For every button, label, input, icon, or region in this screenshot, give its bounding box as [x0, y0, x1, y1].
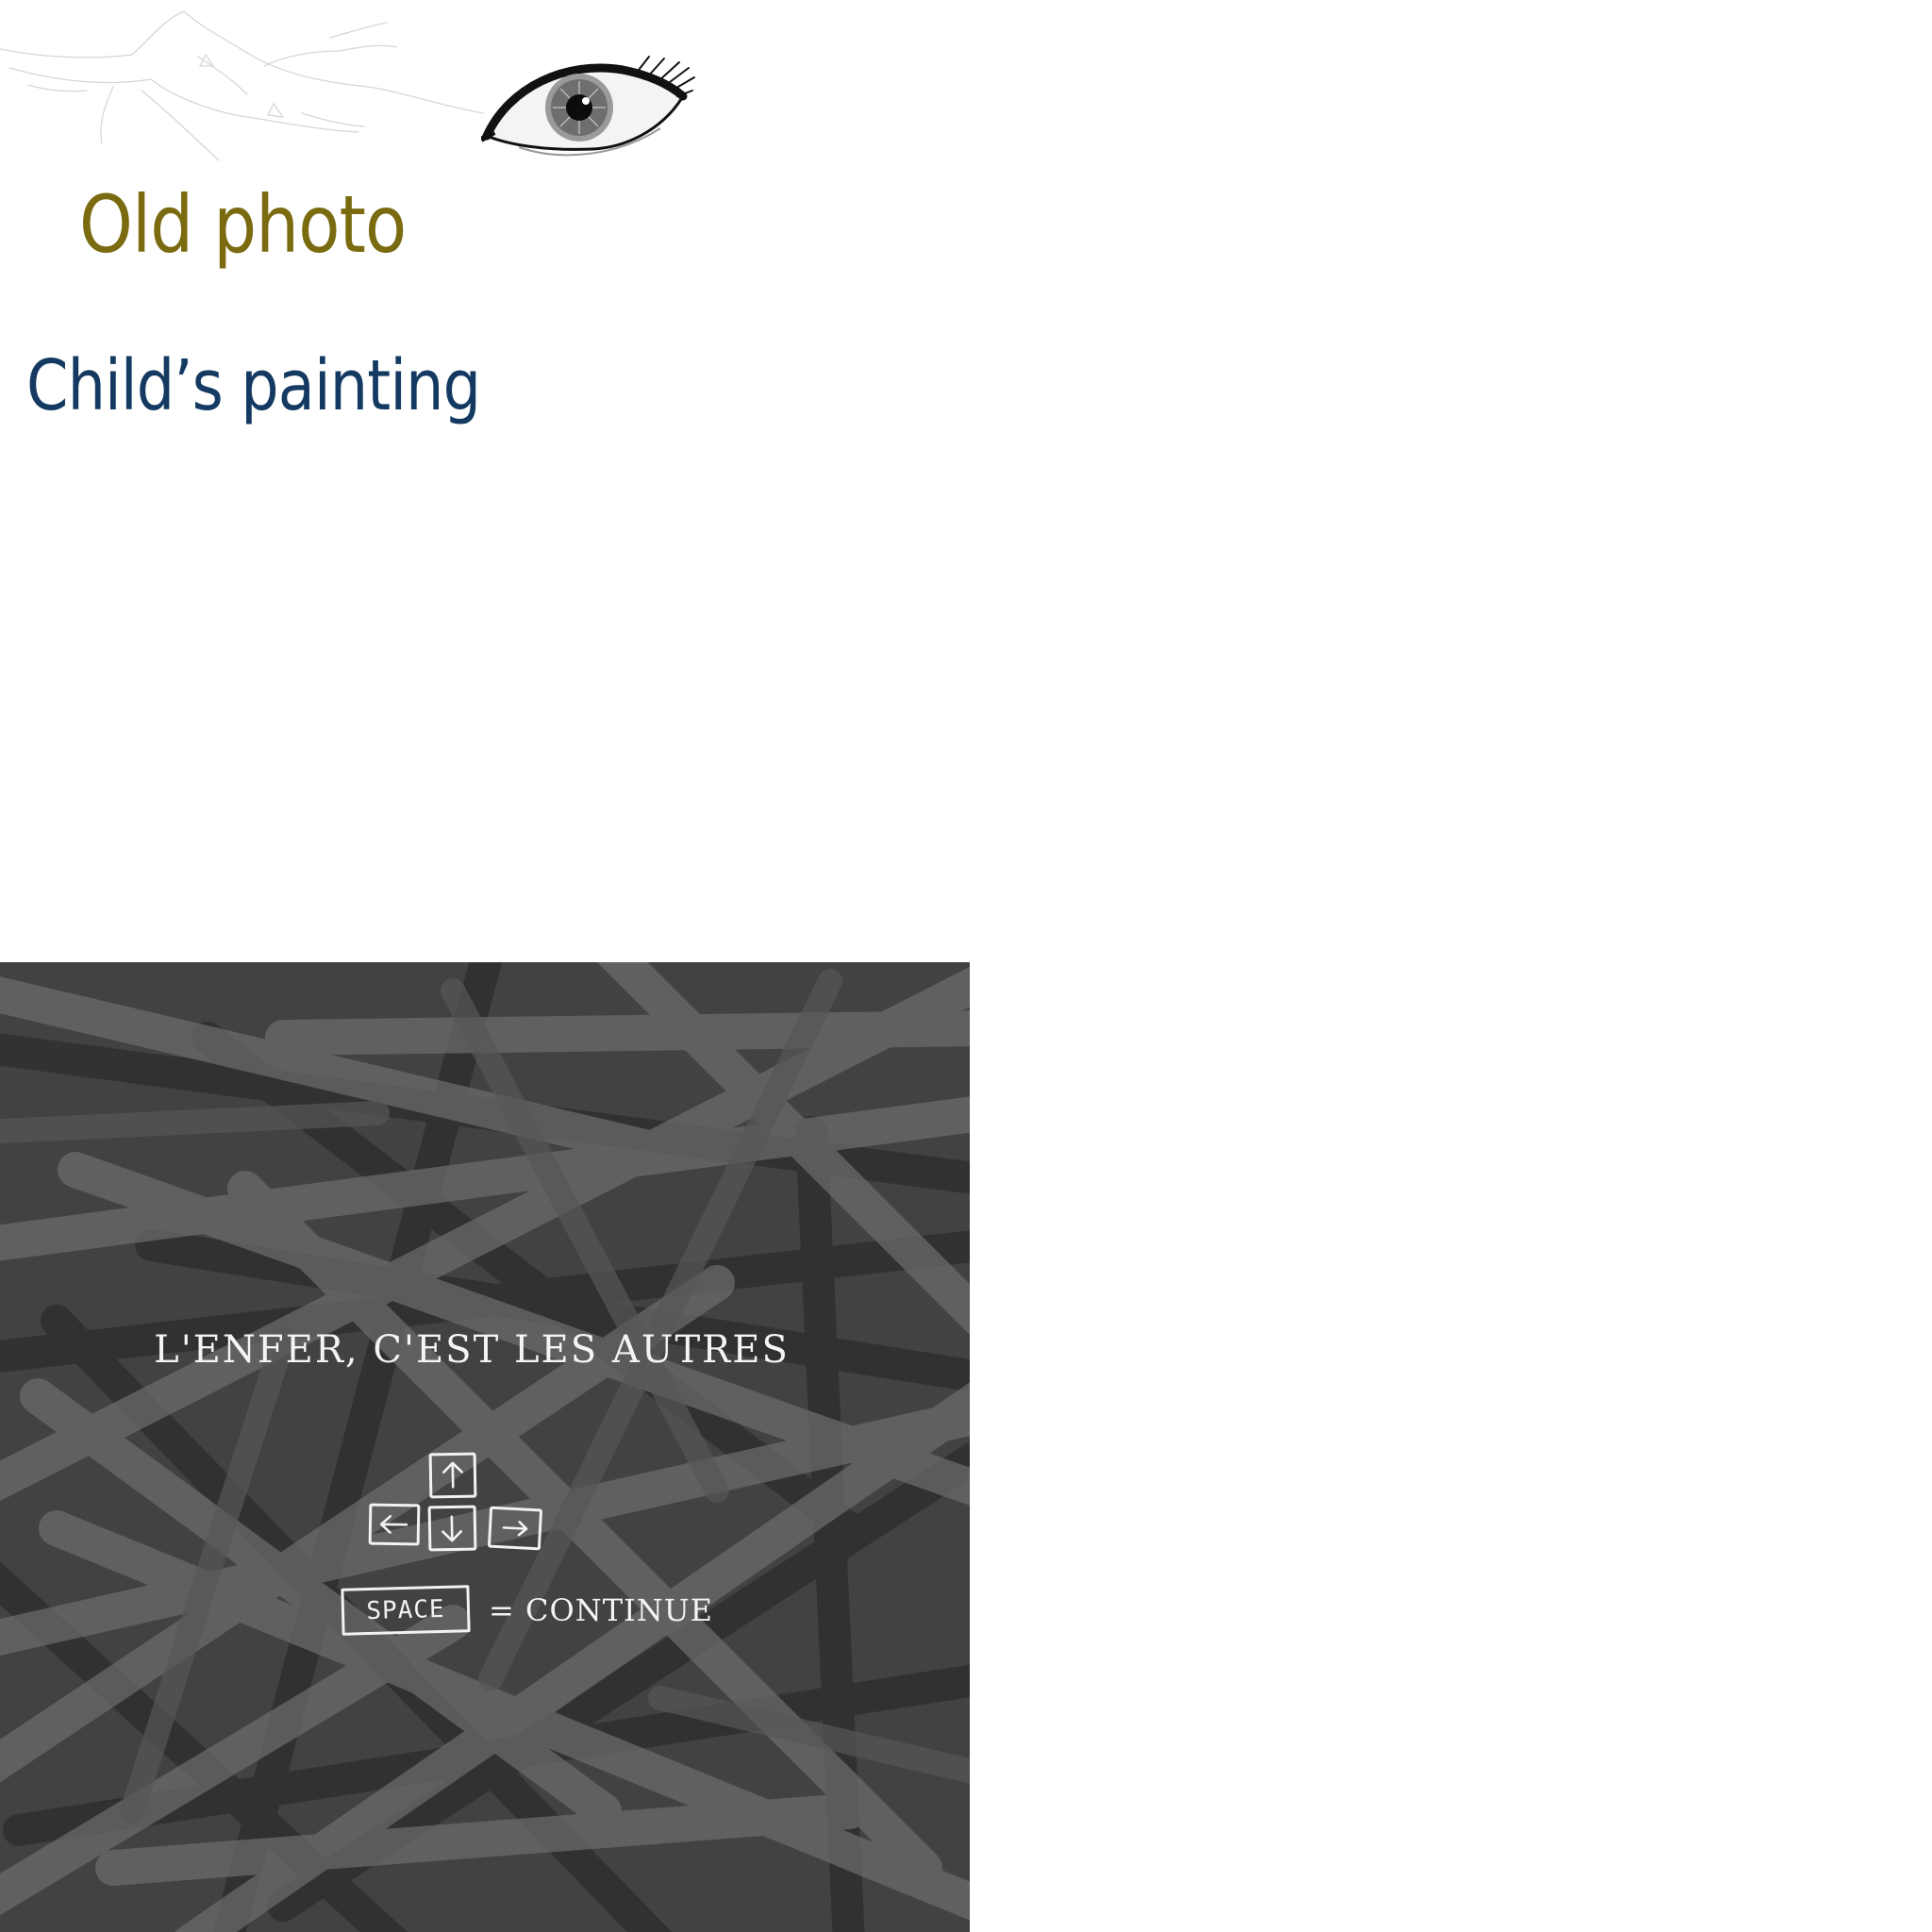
left-arrow-key[interactable] — [368, 1503, 421, 1546]
brush-stroke-background — [0, 962, 970, 1932]
right-arrow-key[interactable] — [487, 1506, 543, 1551]
old-photo-label: Old photo — [79, 178, 407, 271]
down-arrow-icon — [441, 1515, 463, 1542]
left-arrow-icon — [379, 1514, 408, 1534]
childs-painting-label: Child’s painting — [26, 345, 481, 426]
right-arrow-icon — [502, 1521, 528, 1537]
sketch-drawing — [0, 10, 484, 161]
game-screen[interactable]: L'ENFER, C'EST LES AUTRES SPACE = CONTIN… — [0, 962, 970, 1932]
down-arrow-key[interactable] — [427, 1505, 477, 1552]
continue-instruction: = CONTINUE — [489, 1592, 714, 1628]
up-arrow-icon — [442, 1461, 463, 1489]
game-title: L'ENFER, C'EST LES AUTRES — [154, 1328, 790, 1372]
eye-illustration — [481, 56, 695, 157]
space-key[interactable]: SPACE — [341, 1585, 471, 1636]
up-arrow-key[interactable] — [428, 1452, 477, 1499]
